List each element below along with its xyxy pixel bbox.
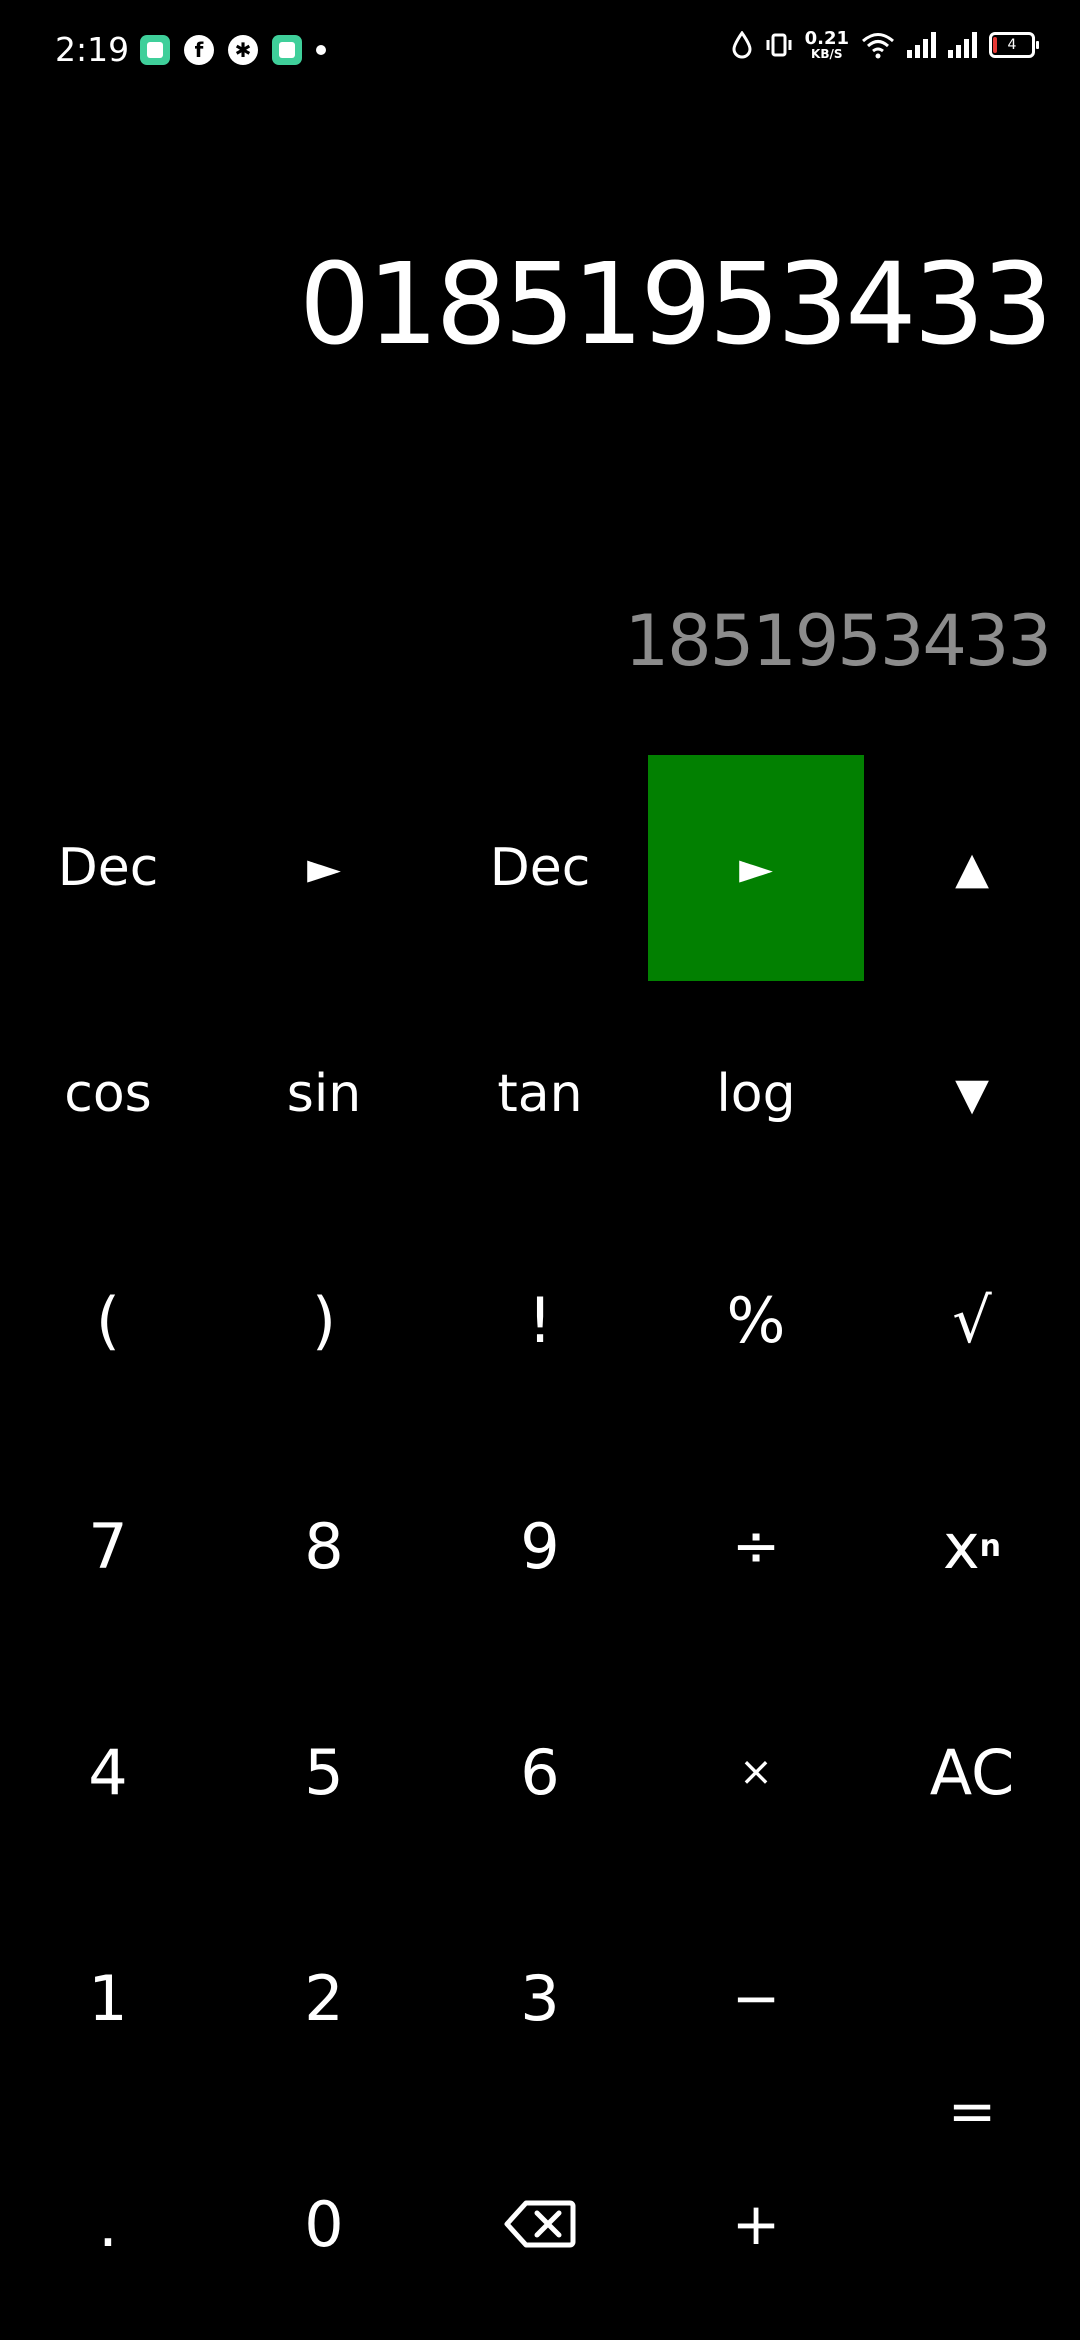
notification-icons: f ✱ [140, 35, 326, 65]
facebook-icon: f [184, 35, 214, 65]
log-key[interactable]: log [648, 981, 864, 1207]
signal-icon-2 [948, 32, 977, 58]
status-bar: 2:19 f ✱ 0.21 KB/S 4 [0, 0, 1080, 105]
network-speed-value: 0.21 [804, 28, 849, 49]
power-exponent-label: n [979, 1528, 1002, 1564]
app-icon [140, 35, 170, 65]
convert-button[interactable]: ► [648, 755, 864, 981]
power-key[interactable]: xn [864, 1433, 1080, 1659]
expression-display[interactable]: 01851953433 [299, 240, 1053, 370]
decimal-key[interactable]: . [0, 2111, 216, 2337]
minus-key[interactable]: − [648, 1885, 864, 2111]
scroll-down-icon[interactable]: ▼ [864, 981, 1080, 1207]
close-paren-key[interactable]: ) [216, 1207, 432, 1433]
power-base-label: x [942, 1509, 980, 1583]
vibrate-icon [766, 33, 792, 57]
water-drop-icon [732, 31, 752, 59]
digit-9-key[interactable]: 9 [432, 1433, 648, 1659]
digit-4-key[interactable]: 4 [0, 1659, 216, 1885]
sin-key[interactable]: sin [216, 981, 432, 1207]
equals-key[interactable]: = [864, 1885, 1080, 2337]
dot-icon [316, 45, 326, 55]
app-icon-2 [272, 35, 302, 65]
tan-key[interactable]: tan [432, 981, 648, 1207]
digit-3-key[interactable]: 3 [432, 1885, 648, 2111]
result-display: 1851953433 [624, 600, 1052, 682]
all-clear-key[interactable]: AC [864, 1659, 1080, 1885]
percent-key[interactable]: % [648, 1207, 864, 1433]
digit-2-key[interactable]: 2 [216, 1885, 432, 2111]
digit-8-key[interactable]: 8 [216, 1433, 432, 1659]
sqrt-key[interactable]: √ [864, 1207, 1080, 1433]
digit-5-key[interactable]: 5 [216, 1659, 432, 1885]
settings-icon: ✱ [228, 35, 258, 65]
multiply-key[interactable]: × [648, 1659, 864, 1885]
keypad: Dec ► Dec ► ▲ cos sin tan log ▼ ( ) ! % … [0, 755, 1080, 2340]
base-to-dec-key[interactable]: Dec [432, 755, 648, 981]
digit-1-key[interactable]: 1 [0, 1885, 216, 2111]
backspace-key[interactable] [432, 2111, 648, 2337]
network-speed-unit: KB/S [811, 47, 843, 61]
battery-icon: 4 [989, 32, 1039, 58]
cos-key[interactable]: cos [0, 981, 216, 1207]
scroll-up-icon[interactable]: ▲ [864, 755, 1080, 981]
network-speed: 0.21 KB/S [804, 28, 849, 61]
digit-7-key[interactable]: 7 [0, 1433, 216, 1659]
status-time: 2:19 [55, 30, 130, 69]
digit-0-key[interactable]: 0 [216, 2111, 432, 2337]
backspace-icon [504, 2200, 576, 2248]
wifi-icon [862, 33, 894, 59]
plus-key[interactable]: + [648, 2111, 864, 2337]
digit-6-key[interactable]: 6 [432, 1659, 648, 1885]
signal-icon [907, 32, 936, 58]
divide-key[interactable]: ÷ [648, 1433, 864, 1659]
base-from-dec-key[interactable]: Dec [0, 755, 216, 981]
system-icons: 0.21 KB/S 4 [731, 28, 1039, 61]
factorial-key[interactable]: ! [432, 1207, 648, 1433]
open-paren-key[interactable]: ( [0, 1207, 216, 1433]
convert-arrow-icon[interactable]: ► [216, 755, 432, 981]
